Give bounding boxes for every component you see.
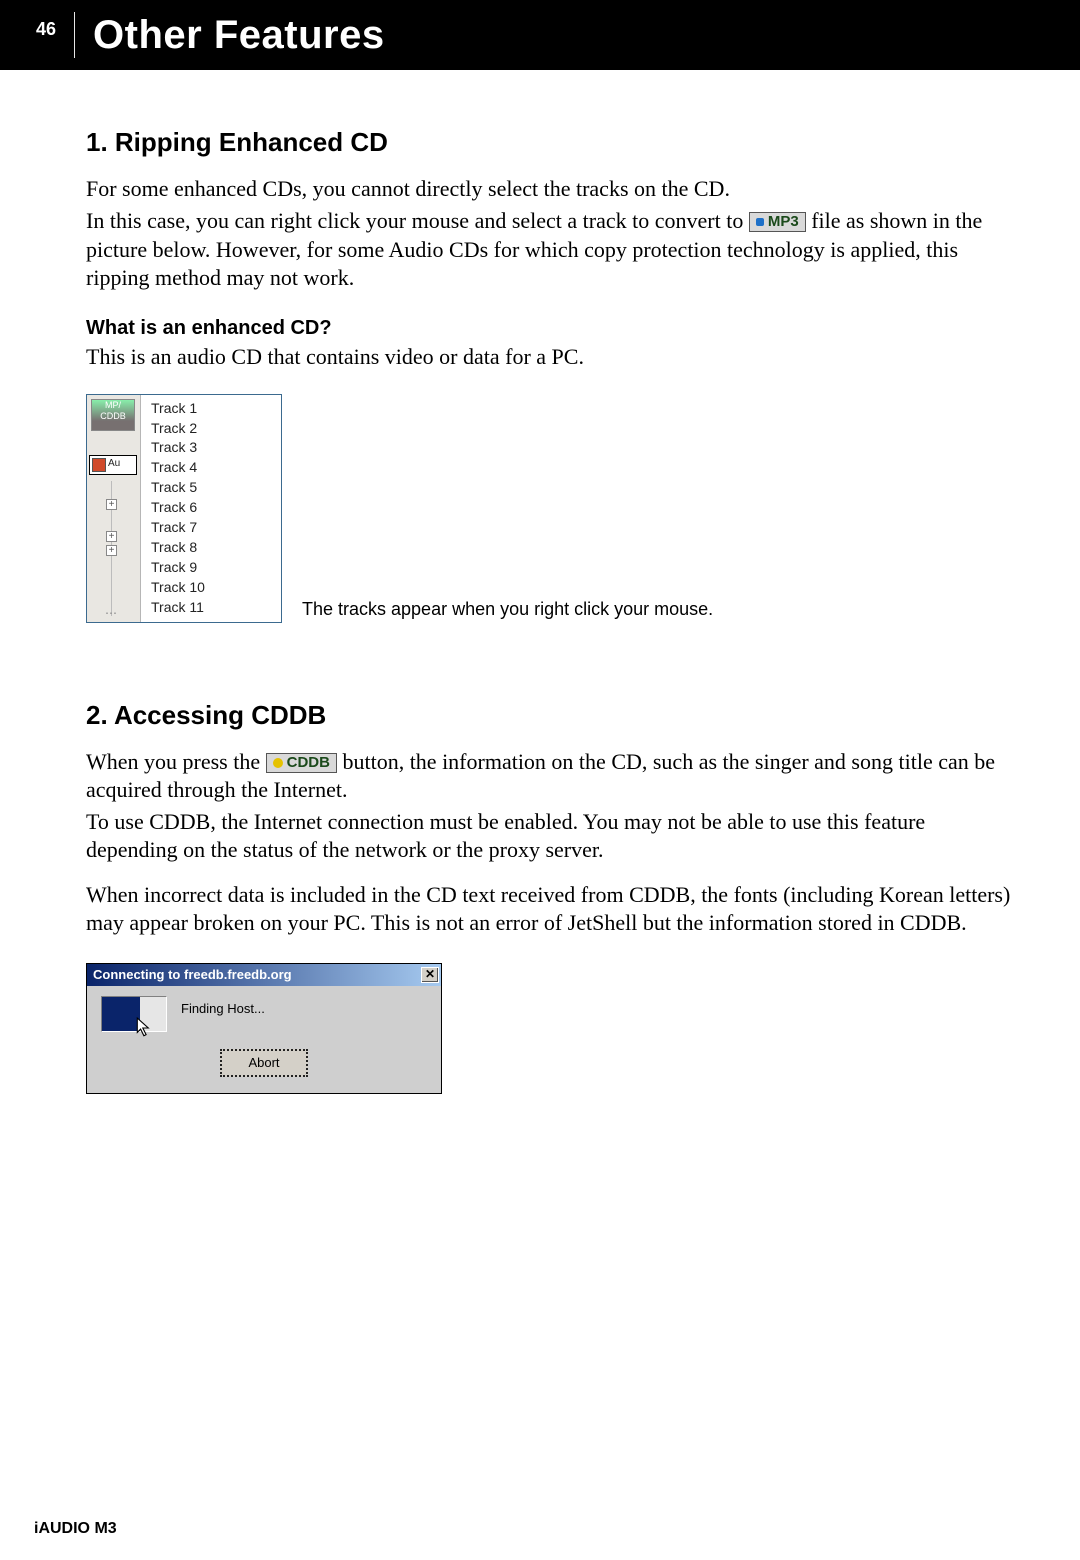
progress-fill <box>102 997 140 1031</box>
cddb-dialog: Connecting to freedb.freedb.org ✕ Findin… <box>86 963 442 1095</box>
cddb-chip: CDDB <box>266 753 337 773</box>
section2-p1: When you press the CDDB button, the info… <box>86 748 1020 804</box>
close-icon[interactable]: ✕ <box>421 967 439 983</box>
cddb-logo-icon: MP/CDDB <box>91 399 135 431</box>
footer-product: iAUDIO M3 <box>34 1520 117 1538</box>
abort-button[interactable]: Abort <box>220 1049 308 1078</box>
section1-p1: For some enhanced CDs, you cannot direct… <box>86 175 1020 203</box>
menu-item-track[interactable]: Track 1 <box>151 399 281 419</box>
menu-item-track[interactable]: Track 3 <box>151 438 281 458</box>
menu-item-track[interactable]: Track 7 <box>151 518 281 538</box>
section2-p1a: When you press the <box>86 749 266 774</box>
cddb-dot-icon <box>273 758 283 768</box>
section2-heading: 2. Accessing CDDB <box>86 699 1020 732</box>
enhanced-cd-answer: This is an audio CD that contains video … <box>86 343 1020 371</box>
menu-item-track[interactable]: Track 2 <box>151 419 281 439</box>
menu-item-track[interactable]: Track 9 <box>151 558 281 578</box>
header-divider <box>74 12 75 58</box>
tree-expand-icon[interactable]: + <box>106 531 117 542</box>
context-menu-list: Track 1 Track 2 Track 3 Track 4 Track 5 … <box>145 395 281 622</box>
menu-item-track[interactable]: Track 6 <box>151 498 281 518</box>
menu-item-track[interactable]: Track 8 <box>151 538 281 558</box>
audio-cd-icon: Au <box>89 455 137 475</box>
section2-p3: When incorrect data is included in the C… <box>86 881 1020 937</box>
audio-label: Au <box>108 458 120 471</box>
dialog-status: Finding Host... <box>181 1001 265 1018</box>
cursor-icon <box>136 1017 154 1039</box>
dialog-titlebar[interactable]: Connecting to freedb.freedb.org ✕ <box>87 964 441 986</box>
enhanced-cd-question: What is an enhanced CD? <box>86 316 1020 342</box>
progress-bar <box>101 996 167 1032</box>
section2-p2: To use CDDB, the Internet connection mus… <box>86 808 1020 864</box>
tree-expand-icon[interactable]: + <box>106 499 117 510</box>
audio-swatch-icon <box>92 458 106 472</box>
menu-item-track[interactable]: Track 11 <box>151 598 281 618</box>
mp3-dot-icon <box>756 218 764 226</box>
page-title: Other Features <box>93 13 385 58</box>
tree-more-icon: ⋯ <box>105 606 121 618</box>
menu-item-track[interactable]: Track 5 <box>151 478 281 498</box>
section1-p2a: In this case, you can right click your m… <box>86 208 749 233</box>
menu-item-track[interactable]: Track 10 <box>151 578 281 598</box>
menu-item-track[interactable]: Track 4 <box>151 458 281 478</box>
dialog-title: Connecting to freedb.freedb.org <box>93 967 292 984</box>
page-number: 46 <box>36 19 56 40</box>
mp3-chip: MP3 <box>749 212 806 232</box>
section1-heading: 1. Ripping Enhanced CD <box>86 126 1020 159</box>
cddb-chip-label: CDDB <box>287 754 330 771</box>
context-menu-figure: MP/CDDB Au + + + ⋯ Track 1 Track 2 Track… <box>86 394 282 623</box>
header-bar: 46 Other Features <box>0 0 1080 70</box>
tree-expand-icon[interactable]: + <box>106 545 117 556</box>
mp3-chip-label: MP3 <box>768 213 799 230</box>
section1-p2: In this case, you can right click your m… <box>86 207 1020 291</box>
figure-caption: The tracks appear when you right click y… <box>302 598 713 623</box>
tree-panel: MP/CDDB Au + + + ⋯ <box>87 395 141 622</box>
